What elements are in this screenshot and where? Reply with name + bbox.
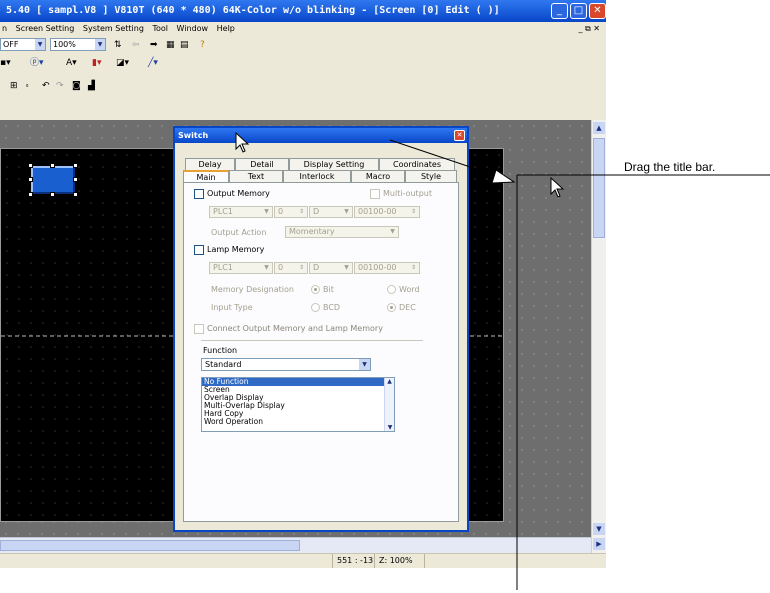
annotation-overlay (235, 131, 770, 590)
mouse-cursor-icon (235, 131, 250, 153)
drag-arrow-head (491, 169, 516, 184)
mouse-cursor-icon (550, 176, 565, 198)
drag-arrow-line (389, 139, 501, 178)
annotation-text: Drag the title bar. (624, 160, 716, 174)
